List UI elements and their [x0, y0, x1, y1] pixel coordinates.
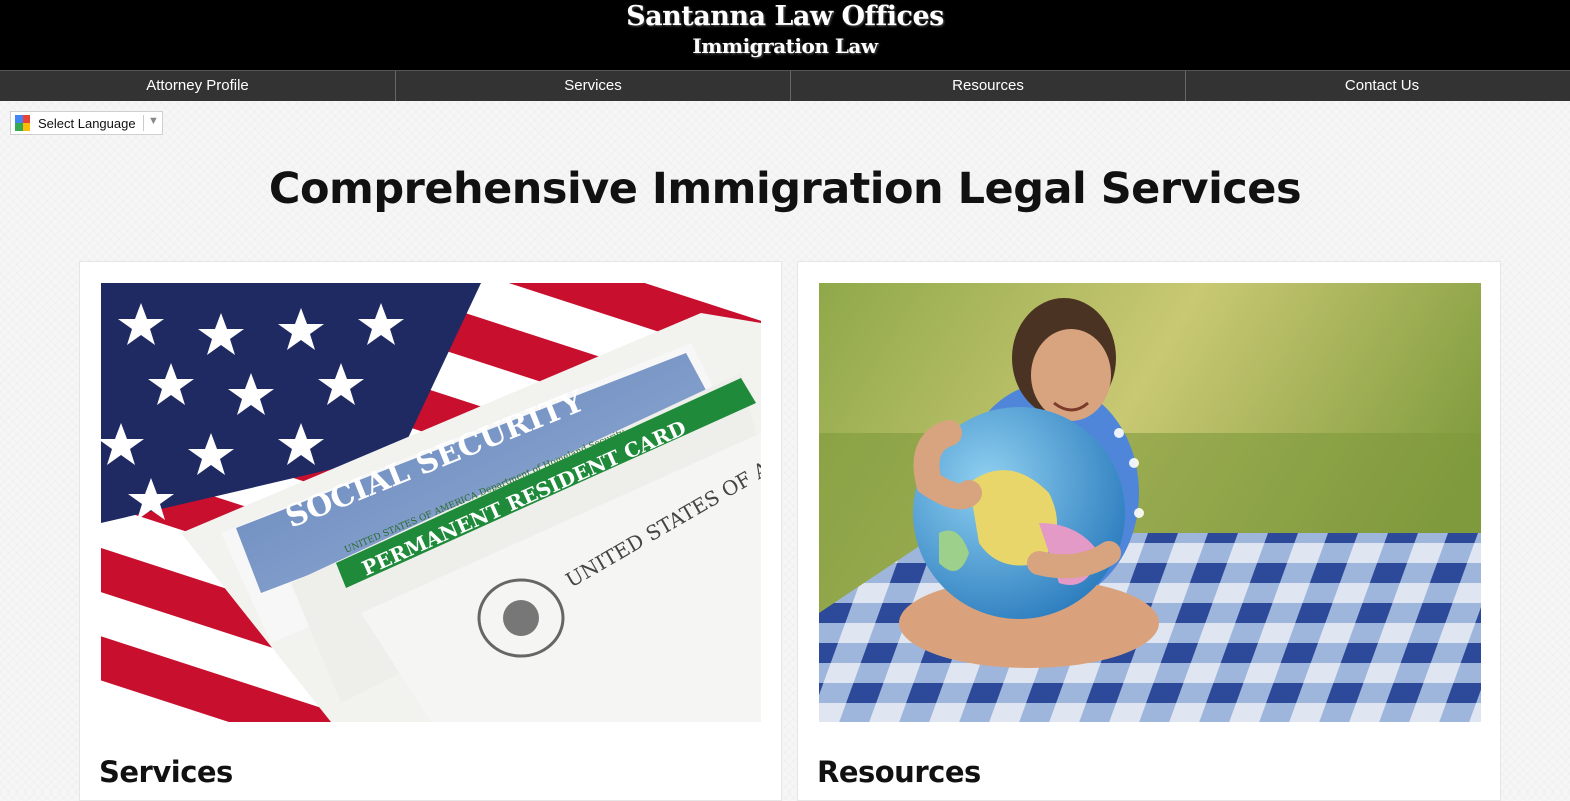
- site-subtitle: Immigration Law: [692, 34, 878, 58]
- nav-item-attorney-profile[interactable]: Attorney Profile: [0, 71, 396, 101]
- site-title[interactable]: Santanna Law Offices: [0, 0, 1570, 34]
- site-header: Santanna Law Offices Immigration Law: [0, 0, 1570, 70]
- language-select[interactable]: Select Language ▼: [10, 111, 163, 135]
- services-card[interactable]: SOCIAL SECURITY UNITED STATES OF AMERICA…: [79, 261, 782, 801]
- nav-item-resources[interactable]: Resources: [791, 71, 1186, 101]
- immigration-documents-illustration: SOCIAL SECURITY UNITED STATES OF AMERICA…: [101, 283, 761, 722]
- google-translate-icon: [15, 115, 30, 131]
- nav-item-services[interactable]: Services: [396, 71, 791, 101]
- nav-item-contact-us[interactable]: Contact Us: [1186, 71, 1570, 101]
- page-title: Comprehensive Immigration Legal Services: [268, 164, 1302, 214]
- girl-with-globe-illustration: [819, 283, 1481, 722]
- main-nav: Attorney Profile Services Resources Cont…: [0, 70, 1570, 101]
- girl-with-globe-image[interactable]: [819, 283, 1481, 722]
- language-select-divider: [143, 115, 144, 131]
- resources-card[interactable]: Resources: [797, 261, 1501, 801]
- immigration-documents-image[interactable]: SOCIAL SECURITY UNITED STATES OF AMERICA…: [101, 283, 761, 722]
- services-card-title[interactable]: Services: [99, 752, 233, 792]
- resources-card-title[interactable]: Resources: [817, 752, 981, 792]
- chevron-down-icon[interactable]: ▼: [148, 115, 159, 127]
- language-select-label: Select Language: [38, 116, 136, 131]
